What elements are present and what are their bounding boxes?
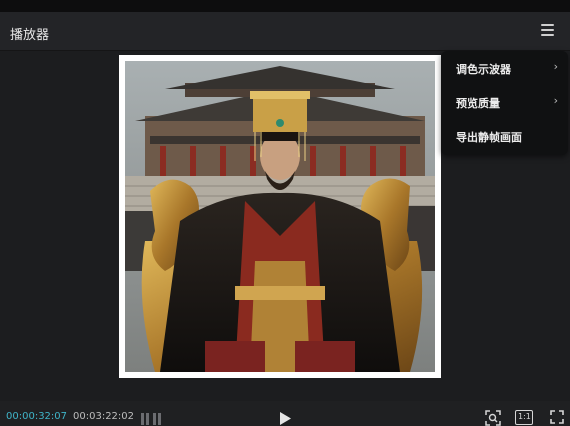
player-header: 播放器 xyxy=(0,12,570,51)
ratio-button[interactable]: 1:1 xyxy=(515,410,533,425)
menu-item-label: 导出静帧画面 xyxy=(456,131,522,144)
current-time: 00:00:32:07 xyxy=(6,411,68,422)
menu-item-label: 调色示波器 xyxy=(456,63,511,76)
video-frame[interactable] xyxy=(119,55,441,378)
chevron-right-icon: › xyxy=(553,60,558,73)
chevron-right-icon: › xyxy=(553,94,558,107)
menu-item-preview-quality[interactable]: 预览质量 › xyxy=(441,88,568,118)
menu-item-label: 预览质量 xyxy=(456,97,500,110)
playback-controls: 00:00:32:07 00:03:22:02 1:1 xyxy=(0,404,570,426)
emperor-preview-image xyxy=(125,61,435,372)
total-time: 00:03:22:02 xyxy=(73,411,135,422)
ratio-label: 1:1 xyxy=(518,412,531,421)
fullscreen-icon[interactable] xyxy=(550,410,564,424)
menu-item-export-frame[interactable]: 导出静帧画面 xyxy=(441,122,568,152)
options-dropdown-menu: 调色示波器 › 预览质量 › 导出静帧画面 xyxy=(441,51,568,155)
hamburger-menu-icon[interactable] xyxy=(540,22,556,38)
zoom-fit-icon[interactable] xyxy=(485,410,501,426)
window-title: 播放器 xyxy=(10,28,50,43)
menu-item-color-scope[interactable]: 调色示波器 › xyxy=(441,54,568,84)
play-icon[interactable] xyxy=(279,412,291,425)
timeline-grid-icon[interactable] xyxy=(141,413,163,425)
top-strip xyxy=(0,0,570,12)
